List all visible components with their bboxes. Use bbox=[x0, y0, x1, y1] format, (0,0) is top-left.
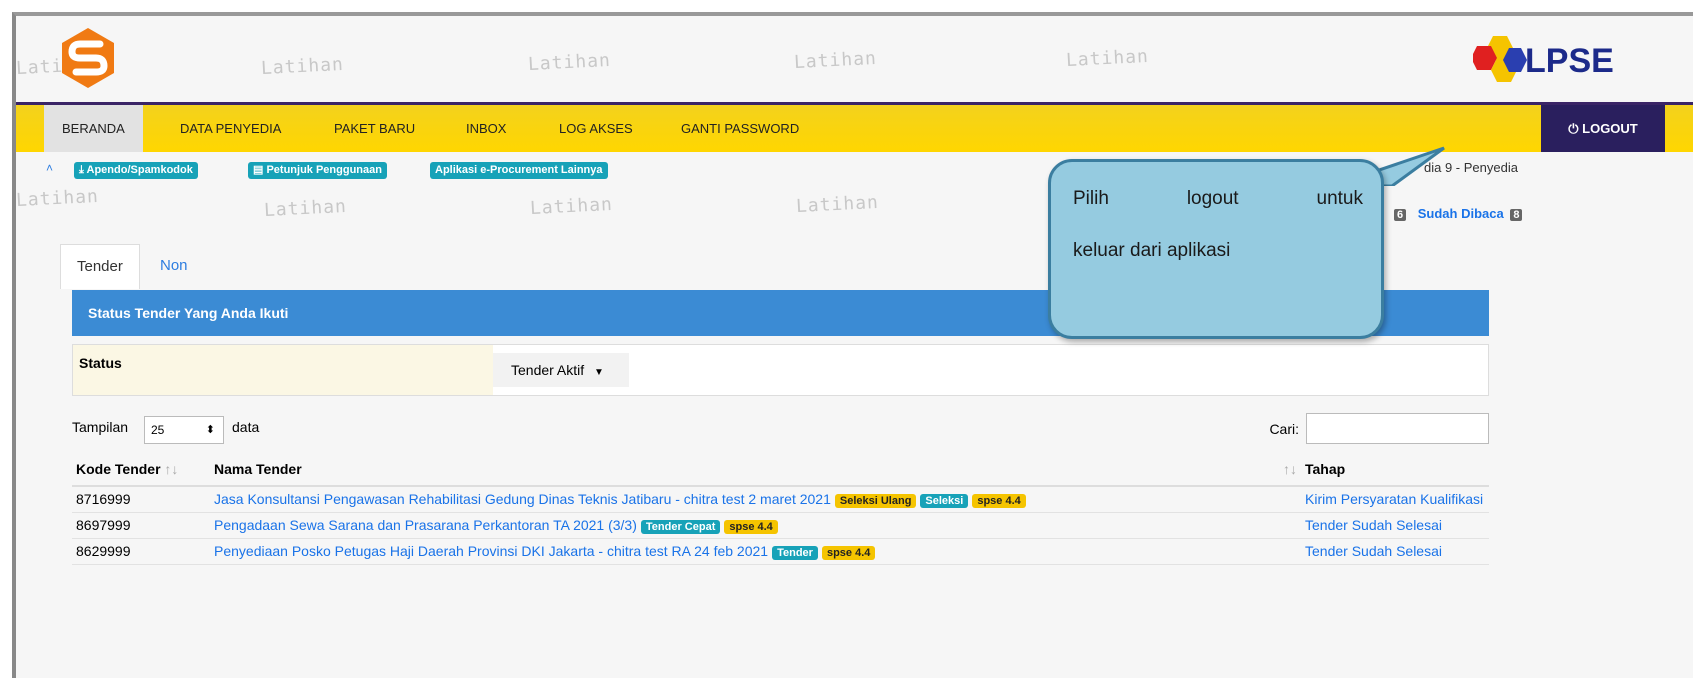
table-row: 8629999 Penyediaan Posko Petugas Haji Dae… bbox=[72, 538, 1489, 565]
petunjuk-link[interactable]: ▤ Petunjuk Penggunaan bbox=[248, 162, 387, 179]
tahap-cell: Tender Sudah Selesai bbox=[1301, 538, 1489, 565]
callout-word: logout bbox=[1186, 188, 1239, 209]
logout-label: LOGOUT bbox=[1582, 121, 1638, 136]
tender-table: Kode Tender ↑↓ Nama Tender ↑↓ Tahap 87169… bbox=[72, 453, 1489, 565]
instruction-callout: Pilih logout untuk keluar dari aplikasi bbox=[1048, 159, 1384, 339]
petunjuk-label: Petunjuk Penggunaan bbox=[266, 164, 382, 176]
watermark: Latihan bbox=[793, 47, 878, 74]
nama-cell: Jasa Konsultansi Pengawasan Rehabilitasi… bbox=[210, 486, 1301, 513]
nav-inbox[interactable]: INBOX bbox=[466, 105, 506, 152]
header: Latihan Latihan Latihan Latihan Latihan … bbox=[16, 16, 1693, 102]
tender-link[interactable]: Jasa Konsultansi Pengawasan Rehabilitasi… bbox=[214, 491, 831, 507]
brand-text: LPSE bbox=[1525, 42, 1614, 80]
search-input[interactable] bbox=[1306, 413, 1489, 444]
tender-badge: Seleksi Ulang bbox=[834, 494, 917, 508]
callout-word: untuk bbox=[1316, 188, 1363, 209]
apendo-label: Apendo/Spamkodok bbox=[86, 164, 193, 176]
power-icon: ⏻ bbox=[1568, 121, 1583, 136]
status-filter-row: Status Tender Aktif ▼ bbox=[72, 344, 1489, 396]
apendo-link[interactable]: ⤓ Apendo/Spamkodok bbox=[74, 162, 198, 179]
caret-down-icon: ▼ bbox=[594, 367, 604, 378]
sort-icon: ↑↓ bbox=[164, 461, 179, 477]
tahap-link[interactable]: Tender Sudah Selesai bbox=[1305, 543, 1442, 559]
main-navbar: BERANDA DATA PENYEDIA PAKET BARU INBOX L… bbox=[16, 102, 1693, 152]
watermark: Latihan bbox=[795, 191, 880, 218]
watermark: Latihan bbox=[1065, 45, 1150, 72]
tender-badge: Seleksi bbox=[920, 494, 969, 508]
table-row: 8716999 Jasa Konsultansi Pengawasan Rehab… bbox=[72, 486, 1489, 513]
table-length-row: Tampilan 25 ⬍ data Cari: bbox=[72, 413, 1489, 445]
col-nama-header[interactable]: Nama Tender ↑↓ bbox=[210, 453, 1301, 487]
tender-badge: Tender bbox=[772, 546, 818, 560]
callout-line-1: Pilih logout untuk bbox=[1073, 188, 1363, 210]
lpse-logo-icon: LPSE bbox=[1473, 36, 1614, 82]
data-label: data bbox=[232, 419, 260, 435]
status-dropdown[interactable]: Tender Aktif ▼ bbox=[493, 353, 629, 387]
watermark: Latihan bbox=[260, 53, 345, 80]
table-header-row: Kode Tender ↑↓ Nama Tender ↑↓ Tahap bbox=[72, 453, 1489, 487]
tahap-cell: Kirim Persyaratan Kualifikasi bbox=[1301, 486, 1489, 513]
callout-word: Pilih bbox=[1073, 188, 1109, 209]
watermark: Latihan bbox=[263, 195, 348, 222]
tender-badge: Tender Cepat bbox=[640, 520, 721, 534]
status-value: Tender Aktif bbox=[511, 362, 585, 378]
tab-non-tender[interactable]: Non Tender bbox=[144, 244, 222, 318]
page-length-value: 25 bbox=[151, 423, 165, 437]
col-kode-header[interactable]: Kode Tender ↑↓ bbox=[72, 453, 210, 487]
tab-tender[interactable]: Tender bbox=[60, 244, 140, 289]
col-tahap-header[interactable]: Tahap bbox=[1301, 453, 1489, 487]
tahap-link[interactable]: Kirim Persyaratan Kualifikasi bbox=[1305, 491, 1483, 507]
tender-badge: spse 4.4 bbox=[821, 546, 876, 560]
nama-cell: Penyediaan Posko Petugas Haji Daerah Pro… bbox=[210, 538, 1301, 565]
eproc-lainnya-link[interactable]: Aplikasi e-Procurement Lainnya bbox=[430, 162, 608, 179]
collapse-up-icon[interactable]: ˄ bbox=[46, 161, 53, 175]
tampilan-label: Tampilan bbox=[72, 419, 129, 435]
page-length-select[interactable]: 25 ⬍ bbox=[144, 416, 224, 444]
eproc-label: Aplikasi e-Procurement Lainnya bbox=[435, 164, 603, 176]
tender-link[interactable]: Pengadaan Sewa Sarana dan Prasarana Perk… bbox=[214, 517, 637, 533]
search-label: Cari: bbox=[1269, 421, 1299, 437]
browser-frame: Latihan Latihan Latihan Latihan Latihan … bbox=[12, 12, 1693, 678]
col-kode-label: Kode Tender bbox=[76, 461, 161, 477]
main-content: Latihan Latihan Latihan Latihan Tender N… bbox=[16, 186, 1693, 678]
nav-beranda[interactable]: BERANDA bbox=[44, 105, 143, 152]
nav-data-penyedia[interactable]: DATA PENYEDIA bbox=[180, 105, 281, 152]
tahap-link[interactable]: Tender Sudah Selesai bbox=[1305, 517, 1442, 533]
kode-cell: 8716999 bbox=[72, 486, 210, 513]
col-tahap-label: Tahap bbox=[1305, 461, 1346, 477]
table-row: 8697999 Pengadaan Sewa Sarana dan Prasara… bbox=[72, 512, 1489, 539]
col-nama-label: Nama Tender bbox=[214, 461, 302, 477]
nama-cell: Pengadaan Sewa Sarana dan Prasarana Perk… bbox=[210, 512, 1301, 539]
callout-line-2: keluar dari aplikasi bbox=[1073, 240, 1231, 261]
app-logo-icon[interactable] bbox=[56, 26, 120, 90]
nav-ganti-password[interactable]: GANTI PASSWORD bbox=[681, 105, 799, 152]
logout-button[interactable]: ⏻ LOGOUT bbox=[1541, 105, 1665, 152]
watermark: Latihan bbox=[529, 193, 614, 220]
kode-cell: 8697999 bbox=[72, 512, 210, 539]
tender-badge: spse 4.4 bbox=[724, 520, 778, 534]
sort-icon: ↑↓ bbox=[1283, 461, 1297, 477]
nav-log-akses[interactable]: LOG AKSES bbox=[559, 105, 633, 152]
tender-link[interactable]: Penyediaan Posko Petugas Haji Daerah Pro… bbox=[214, 543, 768, 559]
watermark: Latihan bbox=[15, 185, 100, 212]
updown-icon: ⬍ bbox=[205, 424, 215, 436]
status-label: Status bbox=[73, 345, 493, 395]
tahap-cell: Tender Sudah Selesai bbox=[1301, 512, 1489, 539]
watermark: Latihan bbox=[527, 49, 612, 76]
tender-badge: spse 4.4 bbox=[972, 494, 1026, 508]
nav-paket-baru[interactable]: PAKET BARU bbox=[334, 105, 415, 152]
kode-cell: 8629999 bbox=[72, 538, 210, 565]
